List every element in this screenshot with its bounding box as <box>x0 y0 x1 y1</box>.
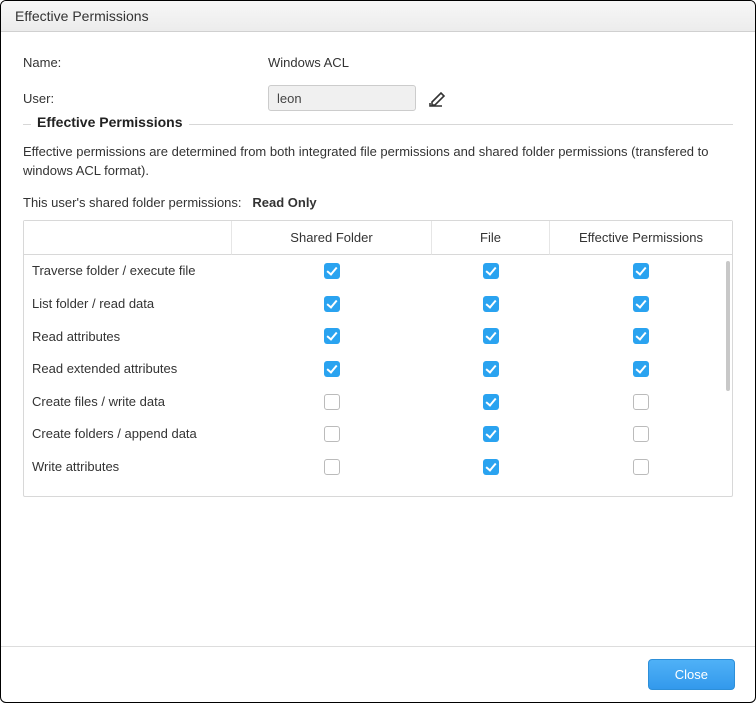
permissions-table-wrap: Shared Folder File Effective Permissions… <box>23 220 733 497</box>
permissions-table-scroll[interactable]: Shared Folder File Effective Permissions… <box>24 221 732 496</box>
table-row: Create files / write data <box>24 385 732 418</box>
checkbox-cell-file <box>432 255 550 288</box>
permission-label: Traverse folder / execute file <box>24 255 232 288</box>
col-header-effective: Effective Permissions <box>550 221 732 255</box>
shared-permissions-prefix: This user's shared folder permissions: <box>23 195 242 210</box>
table-row: Create folders / append data <box>24 418 732 451</box>
fieldset-description: Effective permissions are determined fro… <box>23 143 733 181</box>
edit-user-icon[interactable] <box>426 87 448 109</box>
permission-label: Write attributes <box>24 450 232 483</box>
file-checkbox <box>483 263 499 279</box>
checkbox-cell-shared <box>232 418 432 451</box>
shared-checkbox <box>324 296 340 312</box>
checkbox-cell-effective <box>550 320 732 353</box>
checkbox-cell-shared <box>232 287 432 320</box>
checkbox-cell-effective <box>550 385 732 418</box>
scrollbar-thumb[interactable] <box>726 261 730 391</box>
table-row: Write attributes <box>24 450 732 483</box>
user-label: User: <box>23 91 268 106</box>
checkbox-cell-file <box>432 320 550 353</box>
permission-label: Read extended attributes <box>24 352 232 385</box>
table-row: Read extended attributes <box>24 352 732 385</box>
table-row: List folder / read data <box>24 287 732 320</box>
checkbox-cell-effective <box>550 255 732 288</box>
table-row: Traverse folder / execute file <box>24 255 732 288</box>
name-row: Name: Windows ACL <box>23 48 733 76</box>
checkbox-cell-shared <box>232 385 432 418</box>
file-checkbox <box>483 426 499 442</box>
name-value: Windows ACL <box>268 55 349 70</box>
effective-checkbox <box>633 394 649 410</box>
col-header-shared: Shared Folder <box>232 221 432 255</box>
file-checkbox <box>483 459 499 475</box>
file-checkbox <box>483 296 499 312</box>
checkbox-cell-effective <box>550 450 732 483</box>
checkbox-cell-file <box>432 418 550 451</box>
close-button[interactable]: Close <box>648 659 735 690</box>
user-row: User: <box>23 84 733 112</box>
checkbox-cell-shared <box>232 450 432 483</box>
dialog-window: Effective Permissions Name: Windows ACL … <box>0 0 756 703</box>
effective-checkbox <box>633 263 649 279</box>
dialog-content: Name: Windows ACL User: Effective Permis… <box>1 32 755 646</box>
window-title: Effective Permissions <box>15 8 149 24</box>
user-input-wrap <box>268 85 448 111</box>
file-checkbox <box>483 328 499 344</box>
shared-permissions-value: Read Only <box>252 195 316 210</box>
permissions-table: Shared Folder File Effective Permissions… <box>24 221 732 483</box>
checkbox-cell-effective <box>550 418 732 451</box>
effective-checkbox <box>633 328 649 344</box>
checkbox-cell-effective <box>550 352 732 385</box>
shared-checkbox <box>324 459 340 475</box>
table-header-row: Shared Folder File Effective Permissions <box>24 221 732 255</box>
fieldset-title: Effective Permissions <box>31 114 189 130</box>
checkbox-cell-file <box>432 287 550 320</box>
effective-checkbox <box>633 361 649 377</box>
shared-checkbox <box>324 361 340 377</box>
file-checkbox <box>483 394 499 410</box>
effective-checkbox <box>633 426 649 442</box>
titlebar: Effective Permissions <box>1 1 755 32</box>
checkbox-cell-shared <box>232 352 432 385</box>
table-row: Read attributes <box>24 320 732 353</box>
file-checkbox <box>483 361 499 377</box>
col-header-file: File <box>432 221 550 255</box>
permissions-fieldset: Effective Permissions Effective permissi… <box>23 124 733 497</box>
permission-label: Create files / write data <box>24 385 232 418</box>
checkbox-cell-file <box>432 450 550 483</box>
shared-checkbox <box>324 263 340 279</box>
checkbox-cell-effective <box>550 287 732 320</box>
shared-checkbox <box>324 426 340 442</box>
checkbox-cell-shared <box>232 320 432 353</box>
col-header-permission <box>24 221 232 255</box>
shared-permissions-line: This user's shared folder permissions: R… <box>23 195 733 210</box>
permission-label: Create folders / append data <box>24 418 232 451</box>
effective-checkbox <box>633 296 649 312</box>
shared-checkbox <box>324 394 340 410</box>
dialog-footer: Close <box>1 646 755 702</box>
permission-label: Read attributes <box>24 320 232 353</box>
user-input[interactable] <box>268 85 416 111</box>
effective-checkbox <box>633 459 649 475</box>
checkbox-cell-shared <box>232 255 432 288</box>
checkbox-cell-file <box>432 385 550 418</box>
permission-label: List folder / read data <box>24 287 232 320</box>
name-label: Name: <box>23 55 268 70</box>
shared-checkbox <box>324 328 340 344</box>
checkbox-cell-file <box>432 352 550 385</box>
